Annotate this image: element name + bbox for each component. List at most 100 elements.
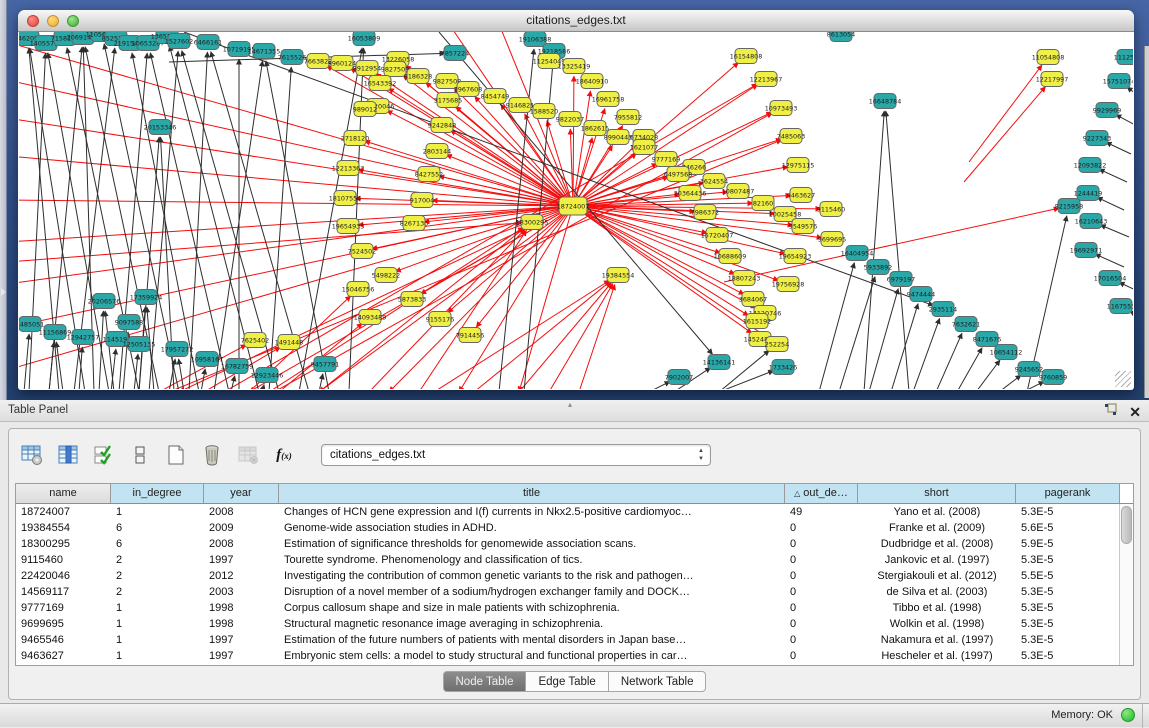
graph-node[interactable]: 16782759: [221, 359, 254, 374]
memory-ok-icon[interactable]: [1121, 708, 1135, 722]
graph-node[interactable]: 6497568: [664, 167, 692, 182]
graph-node[interactable]: 15046756: [342, 282, 375, 297]
network-canvas[interactable]: 1872400794620921405571471581062069140611…: [19, 32, 1133, 389]
table-panel-header[interactable]: Table Panel ▴ ✕: [0, 400, 1149, 422]
graph-node[interactable]: 1491448: [275, 335, 303, 350]
graph-edge[interactable]: [936, 333, 962, 389]
graph-node[interactable]: 11054808: [1032, 50, 1065, 65]
graph-node[interactable]: 14093489: [354, 310, 387, 325]
graph-edge[interactable]: [839, 277, 875, 389]
graph-node[interactable]: 10688609: [714, 249, 747, 264]
graph-edge[interactable]: [56, 342, 63, 389]
graph-edge[interactable]: [1095, 254, 1124, 267]
graph-node[interactable]: 19384554: [602, 268, 635, 283]
graph-node[interactable]: 16961758: [592, 92, 625, 107]
graph-edge[interactable]: [24, 334, 29, 389]
column-header-title[interactable]: title: [279, 484, 785, 503]
column-header-year[interactable]: year: [204, 484, 279, 503]
graph-node[interactable]: 8427552: [415, 167, 443, 182]
graph-node[interactable]: 2803144: [423, 144, 451, 159]
graph-edge[interactable]: [49, 342, 54, 389]
graph-edge[interactable]: [189, 52, 207, 389]
graph-node[interactable]: 1244419: [1074, 186, 1102, 201]
table-row[interactable]: 1872400712008Changes of HCN gene express…: [16, 504, 1133, 520]
graph-node[interactable]: 252254: [765, 337, 789, 352]
graph-edge[interactable]: [99, 311, 103, 389]
graph-node[interactable]: 1527602: [165, 34, 193, 49]
graph-node[interactable]: 1112544: [1114, 50, 1133, 65]
graph-edge[interactable]: [419, 230, 526, 389]
graph-node[interactable]: 9155176: [426, 312, 454, 327]
graph-node[interactable]: 7625402: [241, 333, 269, 348]
graph-edge[interactable]: [1097, 197, 1124, 210]
graph-node[interactable]: 9227343: [1083, 131, 1111, 146]
tab-edge-table[interactable]: Edge Table: [526, 671, 608, 692]
graph-node[interactable]: 12213967: [750, 72, 783, 87]
graph-node[interactable]: 3175685: [434, 93, 462, 108]
table-row[interactable]: 911546021997Tourette syndrome. Phenomeno…: [16, 552, 1133, 568]
splitter-handle-icon[interactable]: ▴: [568, 400, 572, 409]
column-header-out_de[interactable]: △out_de…: [785, 484, 858, 503]
column-header-in_degree[interactable]: in_degree: [111, 484, 204, 503]
graph-node[interactable]: 12975115: [782, 158, 815, 173]
graph-edge[interactable]: [1116, 115, 1133, 127]
citation-graph[interactable]: 1872400794620921405571471581062069140611…: [19, 32, 1133, 389]
graph-edge[interactable]: [649, 381, 670, 389]
table-scrollbar[interactable]: [1119, 504, 1133, 665]
column-visibility-icon[interactable]: [55, 442, 81, 468]
table-selector-dropdown[interactable]: citations_edges.txt ▲▼: [321, 444, 711, 466]
table-mode-icon[interactable]: [19, 442, 45, 468]
column-header-name[interactable]: name: [16, 484, 111, 503]
graph-edge[interactable]: [573, 206, 779, 281]
graph-node[interactable]: 7524502: [348, 244, 376, 259]
graph-node[interactable]: 9929969: [1093, 103, 1121, 118]
graph-node[interactable]: 5498222: [372, 268, 400, 283]
graph-node[interactable]: 16648784: [869, 94, 902, 109]
table-row[interactable]: 977716911998Corpus callosum shape and si…: [16, 600, 1133, 616]
scrollbar-thumb[interactable]: [1121, 506, 1132, 544]
graph-node[interactable]: 5933892: [864, 260, 892, 275]
graph-node[interactable]: 9242848: [428, 118, 456, 133]
graph-node[interactable]: 9463627: [787, 188, 815, 203]
graph-edge[interactable]: [573, 206, 744, 294]
select-all-icon[interactable]: [91, 442, 117, 468]
graph-edge[interactable]: [365, 141, 573, 206]
graph-edge[interactable]: [19, 118, 573, 206]
table-row[interactable]: 1456911722003Disruption of a novel membe…: [16, 584, 1133, 600]
graph-node[interactable]: 9115460: [817, 202, 845, 217]
graph-edge[interactable]: [964, 87, 1046, 182]
graph-node[interactable]: 9777169: [652, 152, 680, 167]
delete-column-icon[interactable]: [199, 442, 225, 468]
graph-edge[interactable]: [1100, 225, 1129, 237]
graph-node[interactable]: 8267130: [400, 216, 428, 231]
graph-node[interactable]: 7955812: [614, 110, 642, 125]
graph-edge[interactable]: [549, 284, 613, 389]
graph-node[interactable]: 14136141: [703, 355, 736, 370]
graph-edge[interactable]: [1106, 142, 1131, 154]
graph-edge[interactable]: [184, 32, 934, 306]
graph-node[interactable]: 8471676: [973, 332, 1001, 347]
graph-node[interactable]: 3624554: [700, 174, 728, 189]
graph-node[interactable]: 16154808: [730, 49, 763, 64]
close-panel-icon[interactable]: ✕: [1129, 406, 1141, 419]
new-column-icon[interactable]: [163, 442, 189, 468]
graph-node[interactable]: 1588520: [530, 104, 558, 119]
graph-edge[interactable]: [262, 385, 264, 389]
graph-edge[interactable]: [957, 348, 982, 389]
graph-edge[interactable]: [976, 360, 1000, 389]
graph-node[interactable]: 9474444: [907, 287, 935, 302]
graph-edge[interactable]: [1119, 282, 1133, 294]
graph-edge[interactable]: [570, 129, 573, 206]
graph-edge[interactable]: [149, 51, 178, 389]
graph-node[interactable]: 1615192: [743, 314, 771, 329]
graph-node[interactable]: 18724007: [557, 197, 590, 215]
graph-node[interactable]: 8912954: [353, 61, 381, 76]
graph-node[interactable]: 1621077: [630, 140, 658, 155]
graph-edge[interactable]: [999, 375, 1021, 389]
panel-collapse-arrow-icon[interactable]: [1, 288, 6, 296]
graph-node[interactable]: 7914456: [456, 328, 484, 343]
graph-node[interactable]: 989012: [353, 102, 377, 117]
graph-node[interactable]: 7902007: [665, 370, 693, 385]
graph-node[interactable]: 12942757: [67, 330, 100, 345]
graph-edge[interactable]: [319, 374, 323, 389]
